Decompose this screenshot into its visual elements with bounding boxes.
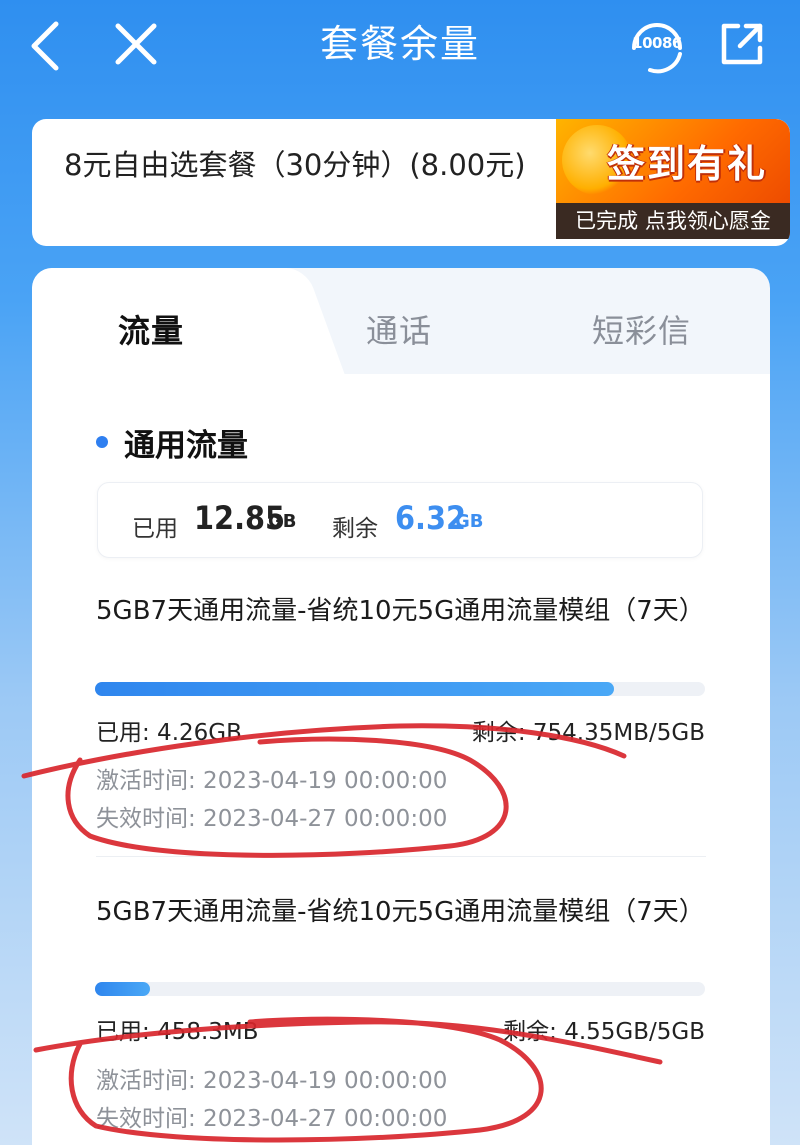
checkin-title: 签到有礼 (606, 142, 767, 186)
tab-calls[interactable]: 通话 (366, 306, 432, 352)
expiry-time: 失效时间: 2023-04-27 00:00:00 (96, 1106, 448, 1132)
plan-name: 8元自由选套餐（30分钟）(8.00元) (64, 148, 526, 182)
usage-progress-fill (95, 682, 614, 696)
package-name: 5GB7天通用流量-省统10元5G通用流量模组（7天） (96, 596, 705, 626)
usage-progress-bar (95, 982, 705, 996)
package-remain: 剩余: 4.55GB/5GB (503, 1019, 705, 1045)
package-remain: 剩余: 754.35MB/5GB (471, 720, 705, 746)
service-number: 10086 (632, 34, 682, 52)
share-icon (721, 23, 763, 65)
activation-time: 激活时间: 2023-04-19 00:00:00 (96, 1068, 448, 1094)
tab-sms[interactable]: 短彩信 (592, 306, 691, 352)
tab-data[interactable]: 流量 (118, 306, 184, 352)
section-title: 通用流量 (124, 428, 248, 464)
used-unit: GB (268, 511, 297, 532)
package-used: 已用: 458.3MB (96, 1019, 259, 1045)
top-bar: 套餐余量 10086 (0, 0, 800, 92)
activation-time: 激活时间: 2023-04-19 00:00:00 (96, 768, 448, 794)
package-used: 已用: 4.26GB (96, 720, 242, 746)
checkin-banner[interactable]: 签到有礼 已完成 点我领心愿金 (556, 119, 790, 239)
divider (96, 856, 706, 857)
share-button[interactable] (718, 20, 766, 68)
usage-summary: 已用 12.85 GB 剩余 6.32 GB (97, 482, 703, 558)
checkin-subtitle: 已完成 点我领心愿金 (556, 203, 790, 239)
plan-card: 8元自由选套餐（30分钟）(8.00元) 签到有礼 已完成 点我领心愿金 (32, 119, 790, 246)
package-name: 5GB7天通用流量-省统10元5G通用流量模组（7天） (96, 897, 705, 927)
remain-unit: GB (455, 511, 484, 532)
usage-progress-fill (95, 982, 150, 996)
remain-label: 剩余 (332, 516, 378, 542)
used-label: 已用 (132, 516, 178, 542)
usage-progress-bar (95, 682, 705, 696)
expiry-time: 失效时间: 2023-04-27 00:00:00 (96, 806, 448, 832)
section-bullet (96, 436, 108, 448)
customer-service-button[interactable]: 10086 (626, 14, 688, 76)
